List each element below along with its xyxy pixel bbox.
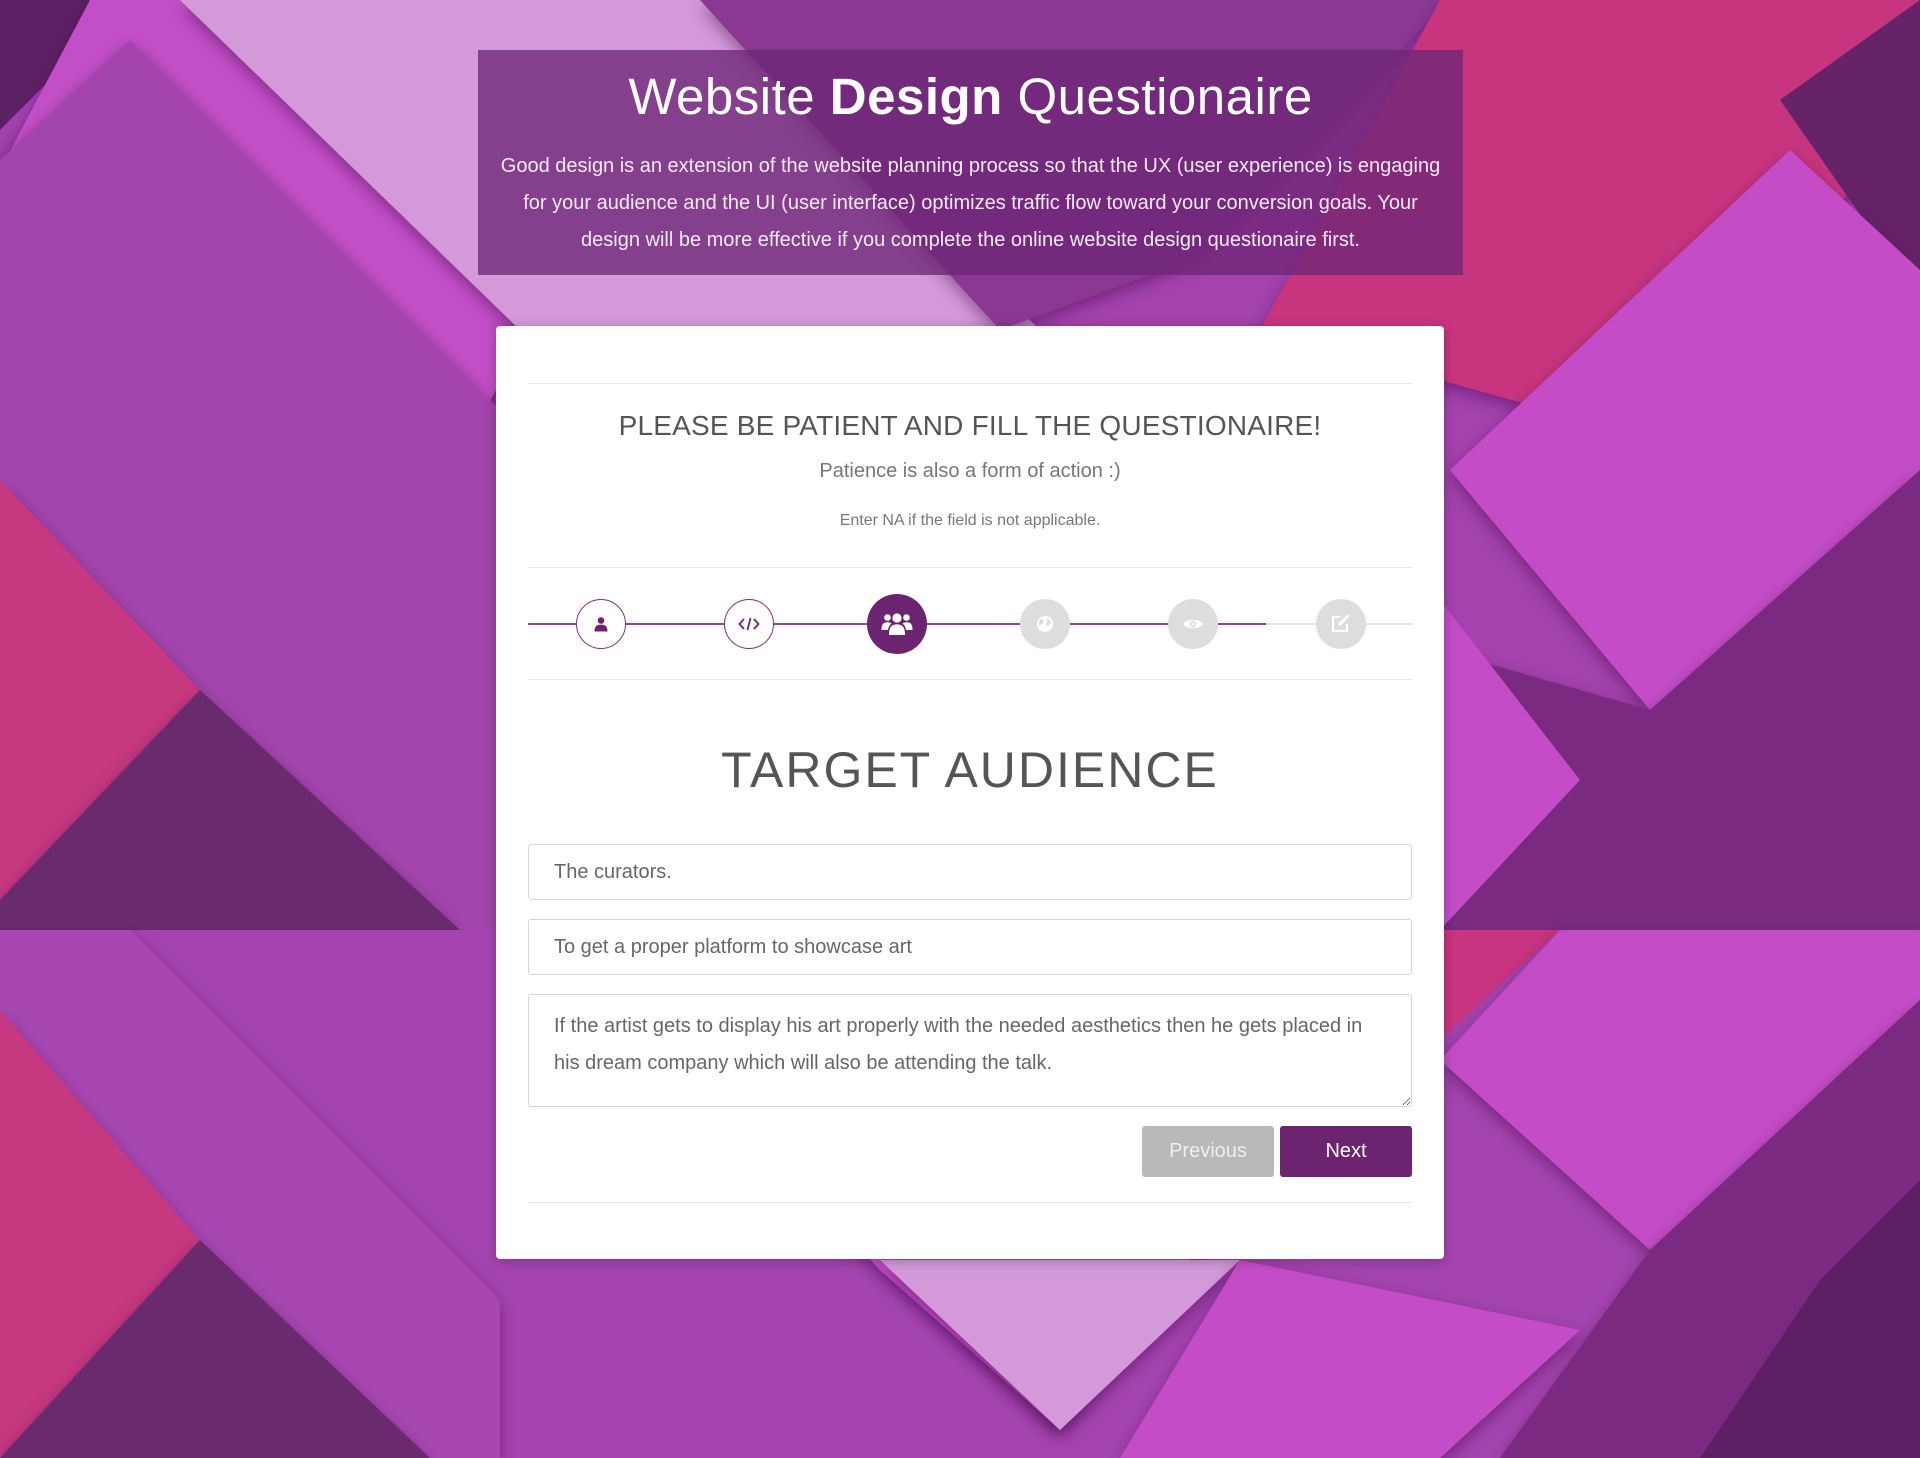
step-globe[interactable] (1020, 599, 1070, 649)
title-bold-part: Design (829, 68, 1003, 125)
step-preview[interactable] (1168, 599, 1218, 649)
code-icon (738, 617, 760, 631)
globe-icon (1037, 616, 1053, 632)
step-audience[interactable] (867, 594, 927, 654)
divider (528, 383, 1412, 384)
card-subtitle: Patience is also a form of action :) (819, 460, 1121, 482)
section-title: TARGET AUDIENCE (721, 742, 1219, 798)
audience-input[interactable] (528, 844, 1412, 900)
edit-icon (1332, 614, 1350, 632)
title-part-2: Questionaire (1017, 68, 1313, 125)
questionaire-card: PLEASE BE PATIENT AND FILL THE QUESTIONA… (496, 326, 1444, 1259)
step-user[interactable] (576, 599, 626, 649)
divider (528, 1202, 1412, 1203)
details-textarea[interactable]: If the artist gets to display his art pr… (528, 994, 1412, 1107)
goal-input[interactable] (528, 919, 1412, 975)
step-code[interactable] (724, 599, 774, 649)
title-part-1: Website (628, 68, 816, 125)
previous-button[interactable]: Previous (1142, 1126, 1274, 1177)
page-title: Website Design Questionaire (478, 66, 1463, 128)
next-button[interactable]: Next (1280, 1126, 1412, 1177)
page-description: Good design is an extension of the websi… (500, 155, 1441, 251)
users-icon (881, 613, 913, 635)
page-header: Website Design Questionaire Good design … (478, 50, 1463, 275)
divider (528, 567, 1412, 568)
user-icon (594, 617, 608, 632)
step-edit[interactable] (1316, 599, 1366, 649)
card-note: Enter NA if the field is not applicable. (839, 512, 1101, 529)
eye-icon (1183, 619, 1203, 629)
divider (528, 679, 1412, 680)
card-heading: PLEASE BE PATIENT AND FILL THE QUESTIONA… (618, 410, 1322, 441)
